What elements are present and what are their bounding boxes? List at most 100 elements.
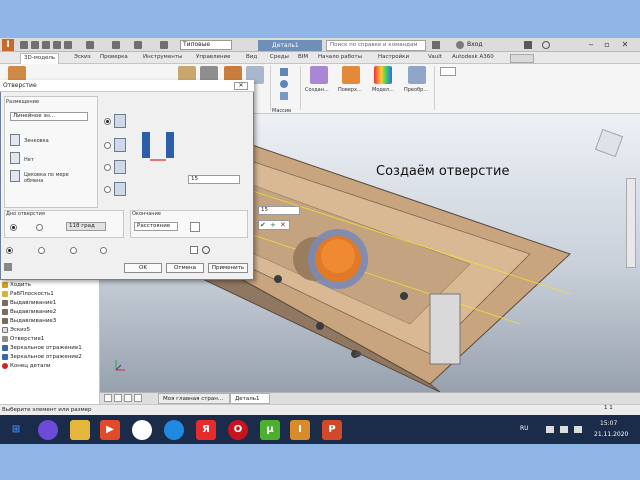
- tray-icons[interactable]: [546, 426, 554, 433]
- cart-icon[interactable]: [524, 41, 532, 49]
- tab-prev-icon[interactable]: [114, 394, 122, 402]
- tab-next-icon[interactable]: [124, 394, 132, 402]
- search-input[interactable]: Поиск по справке и командам: [326, 40, 426, 51]
- spotface-radio[interactable]: [70, 247, 77, 254]
- simulation-label[interactable]: Модел...: [372, 87, 394, 93]
- redo-icon[interactable]: [64, 41, 72, 49]
- angle-drill-radio[interactable]: [36, 224, 43, 231]
- countersink-radio[interactable]: [100, 247, 107, 254]
- tab-environments[interactable]: Среды: [270, 54, 289, 60]
- update-icon[interactable]: [112, 41, 120, 49]
- open-file-icon[interactable]: [31, 41, 39, 49]
- drill-angle-input[interactable]: 118 град: [66, 222, 106, 231]
- tab-bim[interactable]: BIM: [298, 54, 308, 60]
- select-icon[interactable]: [86, 41, 94, 49]
- tree-item[interactable]: Эскиз5: [2, 326, 30, 335]
- new-file-icon[interactable]: [20, 41, 28, 49]
- ribbon-dropdown-icon[interactable]: [440, 67, 456, 76]
- tab-tools[interactable]: Инструменты: [143, 54, 182, 60]
- clearance-hole-icon[interactable]: [114, 138, 126, 152]
- apply-button[interactable]: Применить: [208, 263, 248, 273]
- surface-label[interactable]: Поверх...: [338, 87, 362, 93]
- hole-type-radio[interactable]: [104, 186, 111, 193]
- tree-item[interactable]: Выдавливание3: [2, 317, 56, 326]
- undo-icon[interactable]: [53, 41, 61, 49]
- edge-icon[interactable]: [164, 420, 184, 440]
- tab-vault[interactable]: Vault: [428, 54, 442, 60]
- ok-button[interactable]: OK: [124, 263, 162, 273]
- close-icon[interactable]: ✕: [620, 40, 630, 50]
- pattern-rect-icon[interactable]: [280, 68, 288, 76]
- dialog-close-icon[interactable]: ✕: [234, 82, 248, 90]
- add-icon[interactable]: +: [270, 222, 276, 229]
- tree-item[interactable]: Конец детали: [2, 362, 51, 371]
- termination-dropdown[interactable]: Расстояние: [134, 222, 178, 231]
- inventor-taskbar-icon[interactable]: I: [290, 420, 310, 440]
- utorrent-icon[interactable]: µ: [260, 420, 280, 440]
- counterbore-seat-icon[interactable]: [10, 170, 20, 182]
- taper-tapped-hole-icon[interactable]: [114, 182, 126, 196]
- tree-item[interactable]: РабПлоскость1: [2, 290, 54, 299]
- appearance-icon[interactable]: [160, 41, 168, 49]
- help-icon[interactable]: [542, 41, 550, 49]
- media-icon[interactable]: ▶: [100, 420, 120, 440]
- tab-inspect[interactable]: Проверка: [100, 54, 128, 60]
- thread-icon[interactable]: [202, 246, 210, 254]
- convert-icon[interactable]: [408, 66, 426, 84]
- tree-item[interactable]: Выдавливание2: [2, 308, 56, 317]
- countersink-seat-icon[interactable]: [10, 134, 20, 146]
- cancel-button[interactable]: Отмена: [166, 263, 204, 273]
- depth-input[interactable]: 15: [188, 175, 240, 184]
- ribbon-options-icon[interactable]: [510, 54, 534, 63]
- tapped-hole-icon[interactable]: [114, 160, 126, 174]
- tab-sketch[interactable]: Эскиз: [74, 54, 91, 60]
- tree-item[interactable]: Зеркальное отражение2: [2, 353, 82, 362]
- flat-drill-radio[interactable]: [10, 224, 17, 231]
- infer-checkbox[interactable]: [190, 246, 198, 254]
- tab-manage[interactable]: Управление: [196, 54, 231, 60]
- tab-3d-model[interactable]: 3D-модель: [20, 53, 60, 64]
- tab-settings[interactable]: Настройки: [378, 54, 409, 60]
- depth-mini-input[interactable]: 15: [258, 206, 300, 215]
- user-icon[interactable]: [456, 41, 464, 49]
- surface-icon[interactable]: [342, 66, 360, 84]
- mirror-icon[interactable]: [280, 92, 288, 100]
- create-form-icon[interactable]: [310, 66, 328, 84]
- minimize-icon[interactable]: ‒: [586, 40, 596, 50]
- flip-direction-icon[interactable]: [190, 222, 200, 232]
- opera-icon[interactable]: O: [228, 420, 248, 440]
- navigation-bar[interactable]: [626, 178, 636, 268]
- tab-part1[interactable]: Деталь1: [230, 393, 270, 404]
- powerpoint-icon[interactable]: P: [322, 420, 342, 440]
- tab-view[interactable]: Вид: [246, 54, 257, 60]
- hole-type-radio[interactable]: [104, 118, 111, 125]
- help-icon[interactable]: [4, 263, 12, 271]
- hole-type-radio[interactable]: [104, 164, 111, 171]
- counterbore-radio[interactable]: [38, 247, 45, 254]
- tab-first-icon[interactable]: [104, 394, 112, 402]
- hole-type-radio[interactable]: [104, 142, 111, 149]
- none-seat-icon[interactable]: [10, 152, 20, 164]
- volume-icon[interactable]: [560, 426, 568, 433]
- simple-hole-icon[interactable]: [114, 114, 126, 128]
- explorer-icon[interactable]: [70, 420, 90, 440]
- tree-item[interactable]: Зеркальное отражение1: [2, 344, 82, 353]
- language-indicator[interactable]: RU: [520, 425, 529, 432]
- simulation-icon[interactable]: [374, 66, 392, 84]
- app-logo-icon[interactable]: I: [2, 39, 14, 51]
- start-icon[interactable]: ⊞: [6, 420, 26, 440]
- binoculars-icon[interactable]: [432, 41, 440, 49]
- style-dropdown[interactable]: Типовые: [180, 40, 232, 50]
- maximize-icon[interactable]: ▫: [602, 40, 612, 50]
- material-icon[interactable]: [134, 41, 142, 49]
- apply-check-icon[interactable]: ✔: [260, 222, 266, 229]
- tab-list-icon[interactable]: [134, 394, 142, 402]
- tree-item[interactable]: Выдавливание1: [2, 299, 56, 308]
- cancel-x-icon[interactable]: ✕: [280, 222, 286, 229]
- tab-a360[interactable]: Autodesk A360: [452, 54, 494, 60]
- create-label[interactable]: Создан...: [305, 87, 329, 93]
- chrome-icon[interactable]: [132, 420, 152, 440]
- sign-in-label[interactable]: Вход: [467, 40, 483, 50]
- network-icon[interactable]: [574, 426, 582, 433]
- drill-radio[interactable]: [6, 247, 13, 254]
